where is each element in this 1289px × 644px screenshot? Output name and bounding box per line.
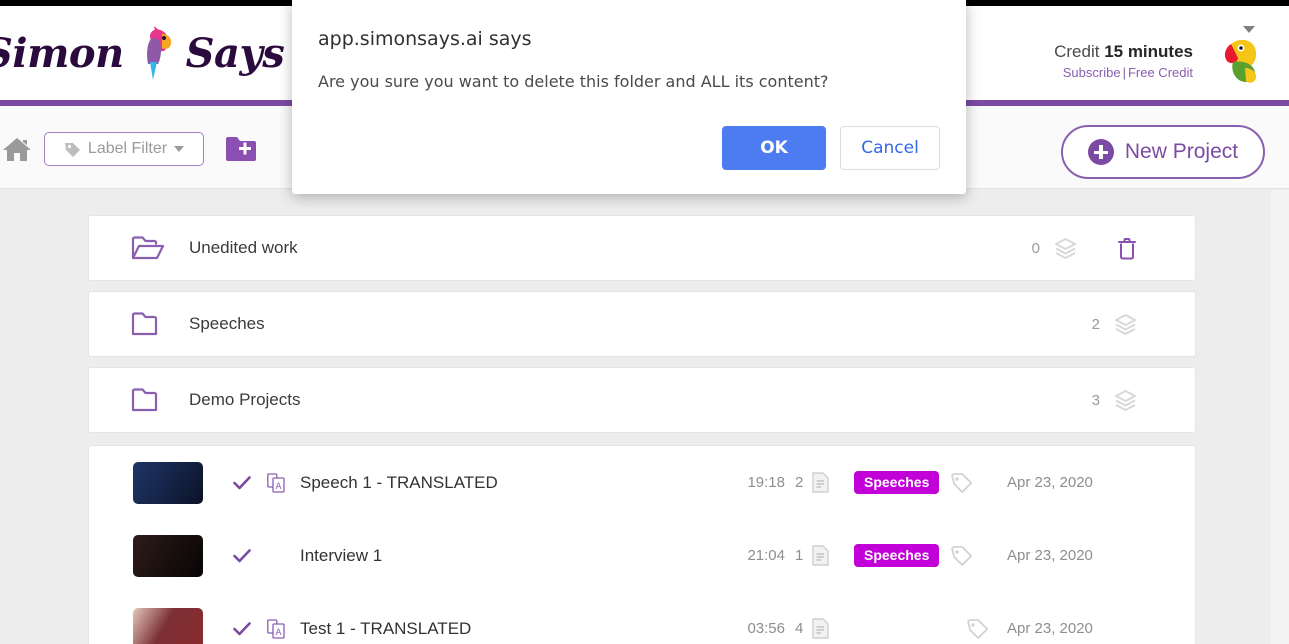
dialog-actions: OK Cancel — [722, 126, 940, 170]
new-project-label: New Project — [1124, 140, 1239, 163]
project-labels: Speeches — [854, 544, 973, 567]
label-filter-text: Label Filter — [87, 140, 168, 157]
folder-meta: 3 — [1092, 389, 1195, 412]
tag-outline-icon[interactable] — [951, 545, 973, 566]
check-icon — [233, 475, 251, 489]
folder-count: 2 — [1091, 315, 1100, 333]
account-chevron-down-icon[interactable] — [1243, 26, 1255, 33]
project-date: Apr 23, 2020 — [1007, 474, 1093, 491]
credit-links: Subscribe | Free Credit — [1054, 65, 1193, 80]
ok-button[interactable]: OK — [722, 126, 826, 170]
dialog-message: Are you sure you want to delete this fol… — [318, 72, 829, 91]
project-name: Interview 1 — [300, 545, 383, 565]
document-icon — [812, 472, 830, 493]
check-icon — [233, 548, 251, 562]
cancel-button[interactable]: Cancel — [840, 126, 940, 170]
project-duration: 03:56 — [747, 620, 785, 637]
parrot-logo-icon — [146, 26, 171, 80]
svg-text:A: A — [275, 628, 282, 638]
translate-icon: A — [267, 618, 285, 639]
project-row[interactable]: A Speech 1 - TRANSLATED 19:18 2 Speeches — [89, 446, 1195, 519]
folder-open-icon — [131, 236, 165, 260]
project-date: Apr 23, 2020 — [1007, 547, 1093, 564]
dialog-title: app.simonsays.ai says — [318, 28, 532, 50]
folder-icon — [131, 312, 158, 336]
translate-icon: A — [267, 472, 285, 493]
folder-row[interactable]: Demo Projects 3 — [88, 367, 1196, 433]
project-thumbnail[interactable] — [133, 461, 203, 504]
project-docs: 2 — [795, 472, 830, 493]
project-thumbnail[interactable] — [133, 534, 203, 577]
folder-row[interactable]: Speeches 2 — [88, 291, 1196, 357]
subscribe-link[interactable]: Subscribe — [1063, 65, 1121, 80]
project-date: Apr 23, 2020 — [1007, 620, 1093, 637]
tag-icon — [64, 142, 80, 157]
folder-name: Unedited work — [189, 238, 298, 257]
tag-outline-icon[interactable] — [967, 618, 989, 639]
credit-value: 15 minutes — [1104, 42, 1193, 61]
projects-list: A Speech 1 - TRANSLATED 19:18 2 Speeches — [88, 445, 1196, 644]
content-area: Unedited work 0 Speeches 2 Demo Projects… — [0, 190, 1271, 644]
label-badge[interactable]: Speeches — [854, 471, 940, 494]
project-labels — [854, 618, 989, 639]
project-row[interactable]: Interview 1 21:04 1 Speeches Apr 23, 202… — [89, 519, 1195, 592]
project-docs: 4 — [795, 618, 830, 639]
logo-text-right: Says — [185, 29, 285, 77]
credit-line: Credit 15 minutes — [1054, 42, 1193, 62]
free-credit-link[interactable]: Free Credit — [1128, 65, 1193, 80]
folder-name: Demo Projects — [189, 390, 301, 409]
svg-text:A: A — [275, 482, 282, 492]
project-name: Test 1 - TRANSLATED — [300, 618, 472, 638]
project-docs-count: 4 — [795, 620, 804, 637]
layers-icon — [1115, 313, 1136, 335]
project-row[interactable]: A Test 1 - TRANSLATED 03:56 4 Apr 23, 20… — [89, 592, 1195, 644]
folder-meta: 0 — [1032, 237, 1195, 260]
folder-row[interactable]: Unedited work 0 — [88, 215, 1196, 281]
folder-name: Speeches — [189, 314, 265, 333]
folder-icon — [131, 388, 158, 412]
project-duration: 19:18 — [747, 474, 785, 491]
credit-label: Credit — [1054, 42, 1100, 61]
label-filter-dropdown[interactable]: Label Filter — [44, 132, 204, 166]
folder-meta: 2 — [1092, 313, 1195, 336]
project-docs-count: 2 — [795, 474, 804, 491]
label-filter-chevron-down-icon — [174, 146, 185, 152]
new-folder-button[interactable] — [225, 135, 257, 163]
project-thumbnail[interactable] — [133, 607, 203, 644]
trash-icon[interactable] — [1117, 237, 1137, 260]
folder-count: 0 — [1031, 239, 1040, 257]
project-docs-count: 1 — [795, 547, 804, 564]
plus-circle-icon — [1087, 139, 1114, 165]
layers-icon — [1055, 237, 1076, 259]
credit-block: Credit 15 minutes Subscribe | Free Credit — [1054, 42, 1193, 80]
confirm-delete-dialog: app.simonsays.ai says Are you sure you w… — [292, 0, 966, 194]
project-docs: 1 — [795, 545, 830, 566]
project-duration: 21:04 — [747, 547, 785, 564]
new-project-button[interactable]: New Project — [1061, 125, 1265, 179]
label-badge[interactable]: Speeches — [854, 544, 940, 567]
layers-icon — [1115, 389, 1136, 411]
document-icon — [812, 545, 830, 566]
avatar[interactable] — [1211, 34, 1263, 88]
tag-outline-icon[interactable] — [951, 472, 973, 493]
app-root: Simon Says Credit 15 minutes Subscribe|F… — [0, 0, 1289, 644]
folder-count: 3 — [1091, 391, 1100, 409]
document-icon — [812, 618, 830, 639]
project-name: Speech 1 - TRANSLATED — [300, 472, 498, 492]
link-separator: | — [1122, 65, 1126, 80]
home-icon[interactable] — [2, 136, 32, 162]
brand-logo[interactable]: Simon Says — [0, 22, 285, 84]
logo-text-left: Simon — [0, 29, 124, 77]
check-icon — [233, 621, 251, 635]
project-labels: Speeches — [854, 471, 973, 494]
page-edge — [1271, 190, 1289, 644]
